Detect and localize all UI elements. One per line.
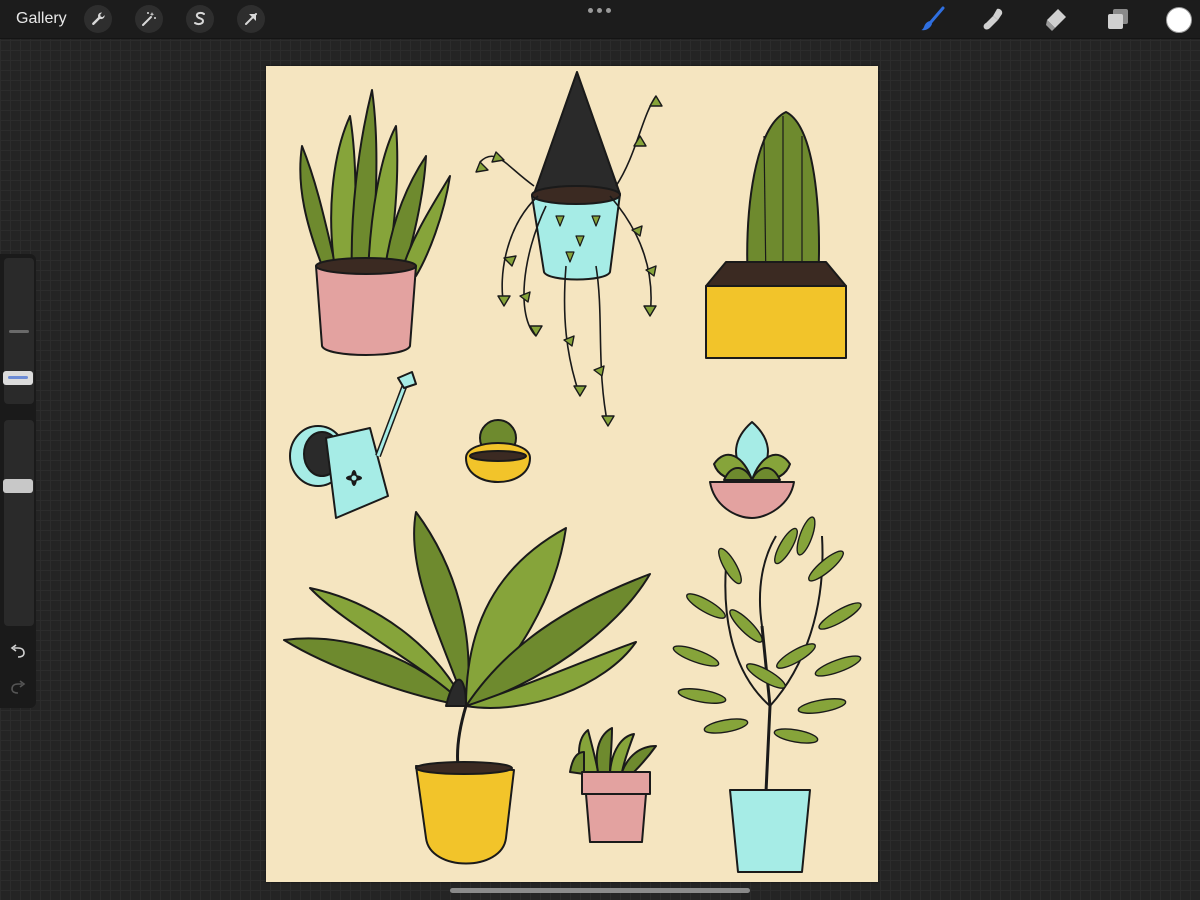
succulent — [709, 421, 795, 519]
snake-plant — [299, 89, 451, 356]
actions-button[interactable] — [84, 5, 112, 33]
small-cactus — [465, 419, 531, 483]
layers-button[interactable] — [1104, 5, 1132, 33]
redo-button[interactable] — [9, 678, 27, 701]
brush-size-handle[interactable] — [9, 330, 29, 333]
tall-cactus — [705, 111, 847, 359]
undo-icon — [10, 644, 25, 658]
top-toolbar: Gallery — [0, 0, 1200, 39]
small-succulent-pot — [569, 727, 657, 843]
transform-arrow-icon — [245, 13, 257, 25]
magic-wand-icon — [142, 12, 156, 26]
smudge-tool-button[interactable] — [980, 5, 1008, 33]
watering-can — [289, 371, 417, 519]
opacity-slider[interactable] — [4, 420, 34, 626]
wrench-icon — [92, 12, 105, 26]
selection-button[interactable] — [186, 5, 214, 33]
artwork — [283, 71, 862, 873]
more-options-dots[interactable] — [588, 8, 612, 14]
eraser-icon — [1046, 9, 1066, 31]
transform-button[interactable] — [237, 5, 265, 33]
gallery-button[interactable]: Gallery — [16, 10, 67, 28]
olive-tree — [672, 516, 862, 873]
left-sidebar — [0, 254, 36, 708]
opacity-slider-thumb[interactable] — [3, 479, 33, 493]
eraser-tool-button[interactable] — [1042, 5, 1070, 33]
redo-icon — [11, 680, 26, 694]
hanging-pothos — [475, 71, 663, 427]
color-picker-button[interactable] — [1166, 7, 1192, 33]
selection-s-icon — [194, 11, 205, 26]
brush-icon — [921, 6, 945, 31]
undo-button[interactable] — [9, 642, 27, 665]
smudge-icon — [983, 8, 1003, 30]
drawing-canvas[interactable] — [266, 66, 878, 882]
adjustments-button[interactable] — [135, 5, 163, 33]
brush-tool-button[interactable] — [918, 5, 946, 33]
size-slider-thumb[interactable] — [3, 371, 33, 385]
layers-icon — [1108, 9, 1128, 29]
home-indicator[interactable] — [450, 888, 750, 893]
